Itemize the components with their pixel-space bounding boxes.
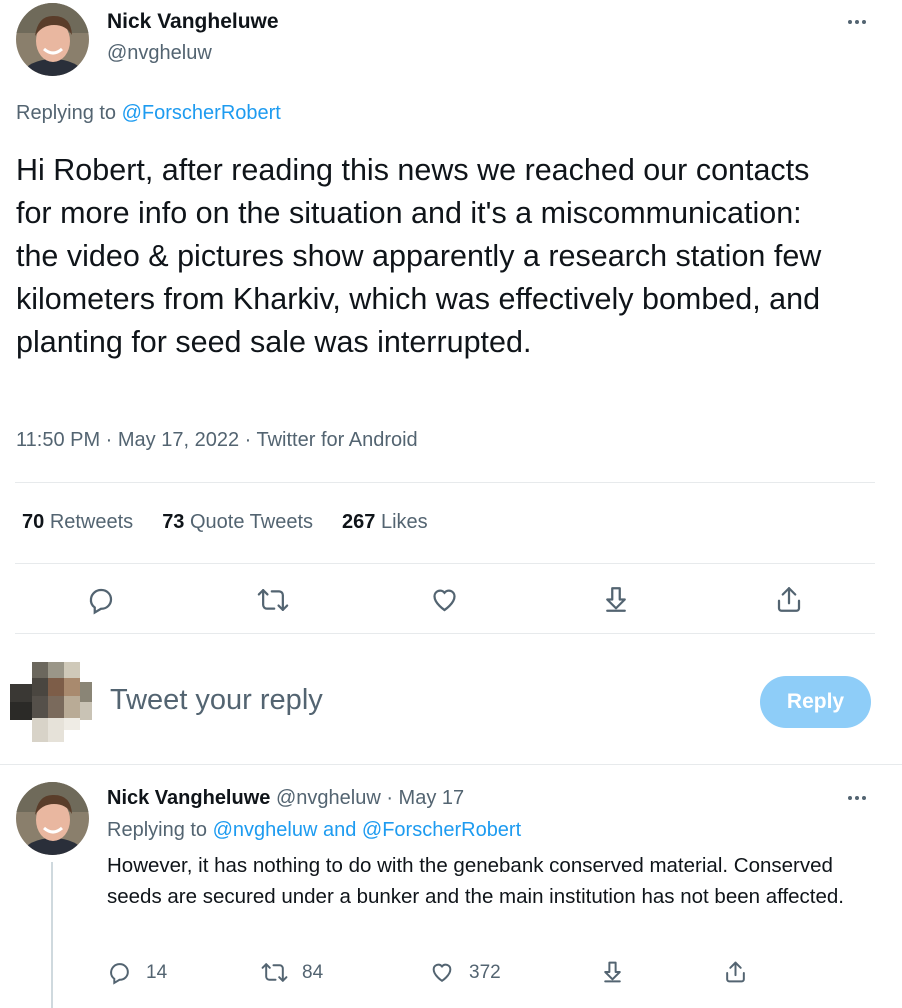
share-icon[interactable] [774,584,804,620]
likes-label: Likes [380,511,428,533]
reply-more-options-icon[interactable] [848,796,866,800]
quote-tweets-stat[interactable]: 73 Quote Tweets [162,511,313,534]
retweets-count: 70 [22,511,45,533]
reply-author-avatar[interactable] [16,782,89,855]
divider [15,482,875,483]
reply-date[interactable]: · May 17 [386,787,464,809]
reply-bookmark-share-icon[interactable] [600,959,625,990]
reply-replying-to-mentions[interactable]: @nvgheluw and @ForscherRobert [213,819,522,841]
reply-share-icon[interactable] [723,959,748,990]
reply-tweet-text: However, it has nothing to do with the g… [107,854,844,908]
replying-to-line: Replying to @ForscherRobert [16,102,281,125]
replying-to-prefix: Replying to [16,102,117,124]
retweet-action[interactable]: 84 [261,960,323,985]
section-divider [0,764,902,765]
reply-count: 14 [146,961,168,983]
reply-replying-to-line: Replying to @nvgheluw and @ForscherRober… [107,819,521,842]
retweet-count: 84 [302,961,324,983]
author-handle[interactable]: @nvgheluw [107,42,212,65]
reply-header: Nick Vangheluwe @nvgheluw · May 17 [107,787,464,810]
retweets-stat[interactable]: 70 Retweets [22,511,133,534]
tweet-meta[interactable]: 11:50 PM · May 17, 2022 · Twitter for An… [16,429,418,452]
likes-count: 267 [342,511,376,533]
bookmark-share-icon[interactable] [601,584,631,620]
reply-author-name[interactable]: Nick Vangheluwe [107,787,270,809]
reply-replying-to-prefix: Replying to [107,819,208,841]
reply-author-handle[interactable]: @nvgheluw [276,787,381,809]
tweet-text: Hi Robert, after reading this news we re… [16,153,822,359]
quotes-label: Quote Tweets [190,511,314,533]
replying-to-mention[interactable]: @ForscherRobert [122,102,281,124]
reply-action[interactable]: 14 [107,960,167,985]
reply-icon[interactable] [86,585,116,620]
reply-icon [110,963,129,985]
tweet-stats: 70 Retweets 73 Quote Tweets 267 Likes [22,511,428,534]
thread-line [51,862,53,1008]
retweets-label: Retweets [49,511,134,533]
retweet-icon [261,963,288,982]
quotes-count: 73 [162,511,185,533]
like-count: 372 [469,961,501,983]
like-action[interactable]: 372 [429,960,501,985]
divider [15,563,875,564]
retweet-icon[interactable] [257,585,289,620]
reply-button[interactable]: Reply [760,676,871,728]
more-options-icon[interactable] [848,20,866,24]
compose-avatar[interactable] [10,662,92,742]
like-icon [432,963,452,983]
like-icon[interactable] [429,585,460,620]
author-avatar[interactable] [16,3,89,76]
likes-stat[interactable]: 267 Likes [342,511,428,534]
divider [15,633,875,634]
reply-input[interactable]: Tweet your reply [110,684,323,717]
author-name[interactable]: Nick Vangheluwe [107,10,279,34]
